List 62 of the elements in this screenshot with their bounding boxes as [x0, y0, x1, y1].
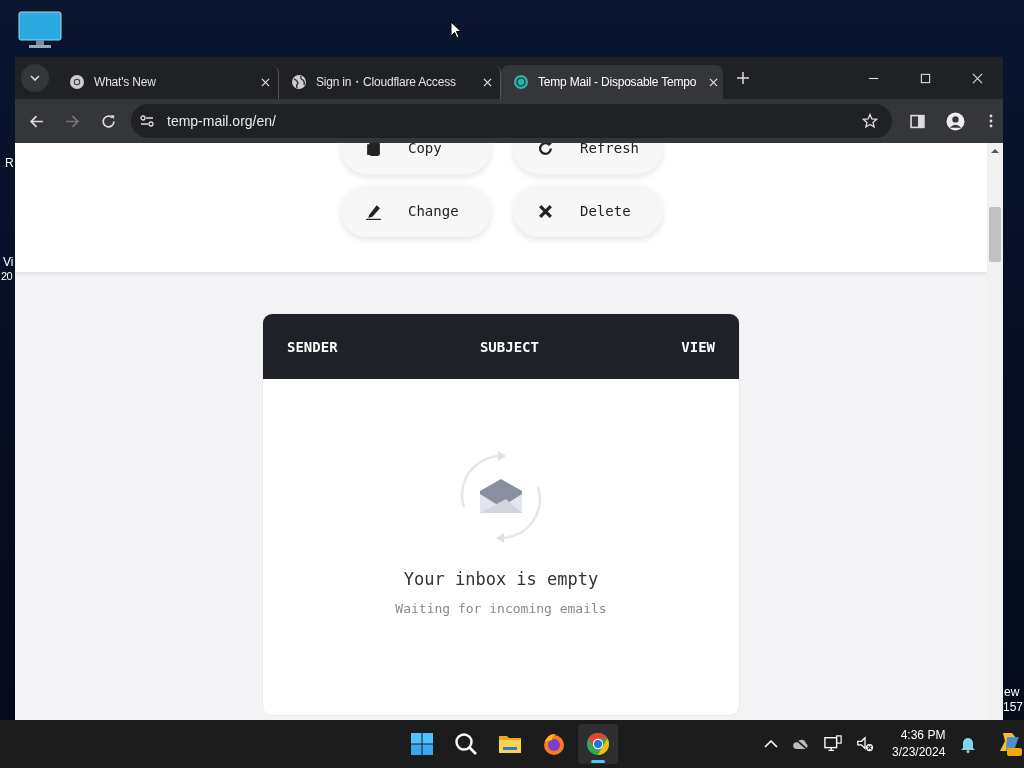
desktop-label: 20 — [1, 269, 13, 283]
close-icon[interactable] — [261, 77, 270, 87]
taskbar-button[interactable] — [578, 724, 618, 764]
maximize-icon[interactable] — [920, 72, 931, 84]
column-header: VIEW — [681, 338, 715, 355]
globe-icon — [291, 74, 307, 90]
scroll-up-icon[interactable] — [991, 148, 999, 154]
side-panel-icon[interactable] — [910, 113, 925, 129]
copy-icon — [365, 143, 382, 157]
tab-search-button[interactable] — [21, 64, 49, 92]
close-icon[interactable] — [709, 77, 719, 87]
chevron-down-icon — [30, 75, 40, 81]
copilot-icon[interactable] — [997, 731, 1024, 757]
browser-tab[interactable]: Temp Mail - Disposable Tempo — [501, 65, 723, 99]
tab-title: Temp Mail - Disposable Tempo — [538, 75, 697, 89]
desktop-label: Vi — [3, 255, 14, 269]
new-tab-icon[interactable] — [737, 72, 749, 84]
bell-icon[interactable] — [959, 735, 978, 753]
clock[interactable]: 4:36 PM 3/23/2024 — [892, 727, 946, 761]
empty-inbox-title: Your inbox is empty — [403, 569, 599, 589]
mouse-cursor-icon — [450, 21, 462, 39]
desktop-label: R — [5, 156, 14, 170]
active-indicator — [591, 760, 605, 763]
mail-logo-icon — [513, 74, 529, 90]
pen-icon — [365, 202, 382, 220]
clock-date: 3/23/2024 — [892, 744, 946, 761]
close-icon[interactable] — [972, 72, 983, 84]
action-button[interactable]: Copy — [341, 143, 491, 174]
more-menu-icon[interactable] — [989, 114, 993, 128]
search-icon — [454, 732, 478, 756]
site-settings-icon[interactable] — [140, 114, 154, 128]
desktop-label: 157 — [1003, 700, 1024, 714]
chrome-icon — [586, 732, 610, 756]
column-header: SUBJECT — [479, 338, 539, 355]
network-icon[interactable] — [824, 735, 842, 753]
star-icon[interactable] — [862, 113, 878, 129]
address-bar[interactable]: temp-mail.org/en/ — [131, 104, 892, 138]
refresh-icon — [537, 143, 554, 157]
clock-time: 4:36 PM — [899, 727, 946, 744]
profile-icon[interactable] — [946, 111, 965, 131]
scrollbar-thumb[interactable] — [989, 207, 1001, 262]
speaker-muted-icon[interactable] — [856, 735, 874, 753]
desktop-label: ew — [1004, 685, 1020, 699]
windows-logo-icon — [410, 732, 434, 756]
monitor-icon[interactable] — [18, 11, 62, 49]
cross-icon — [537, 202, 554, 220]
action-button[interactable]: Change — [341, 185, 491, 237]
url-text: temp-mail.org/en/ — [167, 113, 276, 129]
close-icon[interactable] — [483, 77, 492, 87]
firefox-icon — [542, 732, 566, 756]
chevron-up-icon[interactable] — [764, 740, 778, 748]
chrome-icon — [69, 74, 85, 90]
action-button[interactable]: Refresh — [513, 143, 663, 174]
tab-title: Sign in・Cloudflare Access — [316, 73, 457, 91]
column-header: SENDER — [287, 338, 338, 355]
scrollbar[interactable] — [987, 143, 1003, 720]
empty-inbox-subtitle: Waiting for incoming emails — [395, 601, 607, 616]
forward-icon — [65, 113, 80, 129]
tab-title: What's New — [94, 75, 157, 89]
reload-icon[interactable] — [101, 113, 116, 129]
back-icon[interactable] — [29, 113, 44, 129]
action-button[interactable]: Delete — [513, 185, 663, 237]
